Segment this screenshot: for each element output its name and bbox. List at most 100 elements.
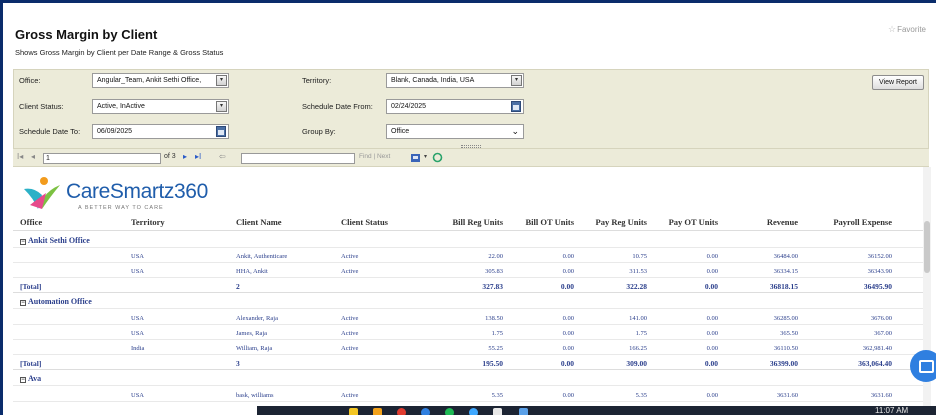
logo-name: CareSmartz360 [66, 180, 208, 203]
view-report-button[interactable]: View Report [872, 75, 924, 90]
cell-client-name[interactable]: HHA, Ankit [236, 268, 268, 275]
cell-client-name[interactable]: William, Raja [236, 345, 272, 352]
cell-client-name[interactable]: bask, williams [236, 392, 274, 399]
app-icon[interactable] [493, 408, 502, 415]
favorite-label: Favorite [897, 25, 926, 34]
app-icon[interactable] [445, 408, 454, 415]
app-icon[interactable] [519, 408, 528, 415]
export-dropdown-icon[interactable]: ▾ [424, 153, 427, 160]
cell-bill-reg-units: 5.35 [491, 392, 503, 399]
total-client-count: 3 [236, 359, 240, 368]
group-header-row[interactable]: − Automation Office [13, 294, 923, 309]
next-page-icon[interactable]: ▸ [183, 152, 187, 161]
cell-pay-ot-units: 0.00 [706, 345, 718, 352]
total-label: [Total] [20, 282, 42, 291]
cell-territory: USA [131, 330, 145, 337]
schedule-date-from-input[interactable]: 02/24/2025 [386, 99, 524, 114]
report-toolbar: I◂ ◂ 1 of 3 ▸ ▸I ⇦ Find | Next ▾ [13, 149, 929, 167]
group-header-row[interactable]: − Ava [13, 371, 923, 386]
dropdown-icon[interactable]: ▾ [511, 75, 522, 86]
cell-territory: USA [131, 315, 145, 322]
dropdown-icon[interactable]: ▾ [216, 75, 227, 86]
cell-client-status: Active [341, 315, 359, 322]
cell-payroll-expense: 36152.00 [867, 253, 892, 260]
total-row: [Total] 3 195.50 0.00 309.00 0.00 36399.… [13, 355, 923, 370]
last-page-icon[interactable]: ▸I [195, 152, 201, 161]
cell-client-name[interactable]: Alexander, Raja [236, 315, 278, 322]
back-icon[interactable]: ⇦ [219, 152, 226, 161]
cell-pay-reg-units: 311.53 [629, 268, 647, 275]
file-explorer-icon[interactable] [349, 408, 358, 415]
refresh-icon[interactable] [432, 152, 443, 163]
browser-icon[interactable] [397, 408, 406, 415]
total-pay-ot-units: 0.00 [704, 282, 718, 291]
previous-page-icon[interactable]: ◂ [31, 152, 35, 161]
territory-label: Territory: [302, 76, 332, 85]
favorite-button[interactable]: ☆ Favorite [888, 24, 926, 35]
office-select[interactable]: Angular_Team, Ankit Sethi Office, ▾ [92, 73, 229, 88]
table-row: USA HHA, Ankit Active 305.83 0.00 311.53… [13, 263, 923, 278]
cell-revenue: 36285.00 [773, 315, 798, 322]
export-icon[interactable] [410, 152, 422, 163]
table-row: USA Alexander, Raja Active 138.50 0.00 1… [13, 310, 923, 325]
report-parameters-panel: Office: Angular_Team, Ankit Sethi Office… [13, 69, 929, 149]
cell-client-status: Active [341, 345, 359, 352]
cell-client-name[interactable]: James, Raja [236, 330, 267, 337]
total-bill-reg-units: 195.50 [482, 359, 503, 368]
page-number-input[interactable]: 1 [43, 153, 161, 164]
cell-bill-ot-units: 0.00 [562, 345, 574, 352]
cell-payroll-expense: 3631.60 [870, 392, 892, 399]
territory-select[interactable]: Blank, Canada, India, USA ▾ [386, 73, 524, 88]
report-window: Gross Margin by Client Shows Gross Margi… [0, 0, 936, 415]
group-name: Ava [28, 374, 42, 383]
client-status-select[interactable]: Active, InActive ▾ [92, 99, 229, 114]
find-next-link[interactable]: Find | Next [359, 153, 390, 160]
first-page-icon[interactable]: I◂ [17, 152, 23, 161]
panel-splitter-handle[interactable] [461, 145, 481, 148]
schedule-date-to-value: 06/09/2025 [97, 128, 133, 135]
schedule-date-to-input[interactable]: 06/09/2025 [92, 124, 229, 139]
cell-territory: USA [131, 268, 145, 275]
client-status-value: Active, InActive [97, 103, 145, 110]
total-bill-ot-units: 0.00 [560, 359, 574, 368]
cell-revenue: 365.50 [780, 330, 798, 337]
column-header: Bill Reg Units [452, 217, 503, 227]
cell-pay-ot-units: 0.00 [706, 330, 718, 337]
caresmartz-logo-icon [24, 177, 60, 209]
calendar-icon[interactable] [511, 101, 521, 112]
cell-bill-ot-units: 0.00 [562, 330, 574, 337]
collapse-icon[interactable]: − [20, 377, 26, 383]
calendar-icon[interactable] [216, 126, 226, 137]
table-row: USA James, Raja Active 1.75 0.00 1.75 0.… [13, 325, 923, 340]
chevron-down-icon: ⌄ [511, 126, 519, 136]
find-text-input[interactable] [241, 153, 355, 164]
group-header-row[interactable]: − Ankit Sethi Office [13, 233, 923, 248]
browser-icon[interactable] [421, 408, 430, 415]
cell-client-status: Active [341, 268, 359, 275]
cell-pay-ot-units: 0.00 [706, 392, 718, 399]
chat-icon[interactable] [910, 350, 936, 382]
total-pay-reg-units: 322.28 [626, 282, 647, 291]
office-label: Office: [19, 76, 41, 85]
app-icon[interactable] [373, 408, 382, 415]
cell-payroll-expense: 367.00 [874, 330, 892, 337]
collapse-icon[interactable]: − [20, 239, 26, 245]
cell-client-name[interactable]: Ankit, Authenticare [236, 253, 287, 260]
group-by-select[interactable]: Office ⌄ [386, 124, 524, 139]
scrollbar-thumb[interactable] [924, 221, 930, 273]
page-title: Gross Margin by Client [15, 27, 158, 42]
dropdown-icon[interactable]: ▾ [216, 101, 227, 112]
client-status-label: Client Status: [19, 102, 64, 111]
collapse-icon[interactable]: − [20, 300, 26, 306]
cell-bill-ot-units: 0.00 [562, 392, 574, 399]
group-by-label: Group By: [302, 127, 336, 136]
app-icon[interactable] [469, 408, 478, 415]
column-header: Territory [131, 217, 165, 227]
cell-pay-reg-units: 166.25 [629, 345, 647, 352]
cell-payroll-expense: 362,981.40 [862, 345, 892, 352]
cell-payroll-expense: 3676.00 [870, 315, 892, 322]
cell-bill-reg-units: 1.75 [491, 330, 503, 337]
os-taskbar [257, 406, 936, 415]
office-value: Angular_Team, Ankit Sethi Office, [97, 77, 202, 84]
cell-pay-reg-units: 141.00 [629, 315, 647, 322]
